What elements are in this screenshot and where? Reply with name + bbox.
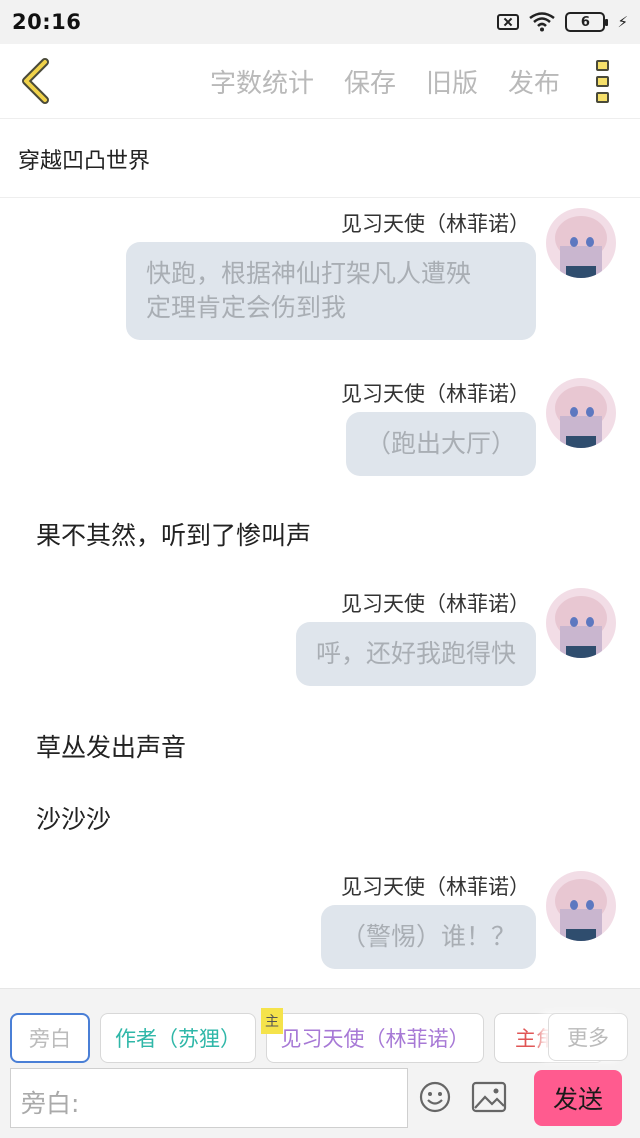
role-label: 旁白	[29, 1027, 71, 1051]
more-roles-button[interactable]: 更多	[548, 1013, 628, 1061]
more-dot-icon	[596, 75, 609, 87]
chevron-left-icon	[22, 58, 49, 104]
more-dot-icon	[596, 91, 609, 103]
input-placeholder: 旁白:	[21, 1089, 80, 1118]
avatar[interactable]	[546, 378, 616, 448]
avatar-image	[546, 378, 616, 448]
main-role-tag: 主	[261, 1008, 283, 1034]
role-tab-character[interactable]: 主 见习天使（林菲诺）	[261, 1008, 484, 1063]
more-menu-button[interactable]	[596, 59, 618, 103]
status-icons: 6 ⚡	[497, 12, 628, 32]
role-tab-author[interactable]: 作者（苏狸）	[100, 1013, 256, 1063]
message-bubble[interactable]: 呼，还好我跑得快	[295, 622, 536, 686]
app-root: 20:16 6 ⚡ 字数统计 保存 旧版 发布 穿越凹凸世界 见习天使（林菲诺）…	[0, 0, 640, 1138]
role-tab-narrator[interactable]: 旁白	[10, 1013, 90, 1063]
message-input[interactable]: 旁白:	[10, 1068, 408, 1128]
no-sim-icon	[497, 14, 520, 30]
speaker-name: 见习天使（林菲诺）	[341, 212, 530, 236]
battery-icon: 6	[565, 12, 609, 32]
message-line: （跑出大厅）	[365, 429, 516, 458]
chat-area[interactable]: 见习天使（林菲诺） 快跑，根据神仙打架凡人遭殃 定理肯定会伤到我 见习天使（林菲…	[0, 198, 640, 988]
role-selector: 旁白 作者（苏狸） 主 见习天使（林菲诺） 主角 更多	[0, 988, 640, 1068]
message-line: （警惕）谁！？	[340, 922, 516, 951]
role-label: 见习天使（林菲诺）	[280, 1027, 470, 1051]
battery-level: 6	[580, 14, 590, 30]
more-dot-icon	[596, 59, 609, 71]
input-bar: 旁白: 发送	[0, 1066, 640, 1138]
narration-text[interactable]: 果不其然，听到了惨叫声	[36, 516, 311, 552]
toolbar-actions: 字数统计 保存 旧版 发布	[210, 63, 560, 100]
back-button[interactable]	[0, 44, 70, 119]
message-bubble[interactable]: （警惕）谁！？	[320, 905, 536, 969]
message-bubble[interactable]: 快跑，根据神仙打架凡人遭殃 定理肯定会伤到我	[126, 242, 536, 340]
message-line: 快跑，根据神仙打架凡人遭殃	[146, 259, 472, 288]
charging-icon: ⚡	[617, 13, 628, 31]
message-bubble[interactable]: （跑出大厅）	[345, 412, 536, 476]
word-count-button[interactable]: 字数统计	[210, 63, 314, 100]
avatar-image	[546, 208, 616, 278]
image-icon[interactable]	[470, 1080, 508, 1114]
role-label: 作者（苏狸）	[115, 1027, 241, 1051]
speaker-name: 见习天使（林菲诺）	[341, 382, 530, 406]
save-button[interactable]: 保存	[344, 63, 396, 100]
avatar[interactable]	[546, 208, 616, 278]
status-time: 20:16	[12, 10, 82, 34]
avatar-image	[546, 871, 616, 941]
status-bar: 20:16 6 ⚡	[0, 0, 640, 44]
old-version-button[interactable]: 旧版	[426, 63, 478, 100]
speaker-name: 见习天使（林菲诺）	[341, 875, 530, 899]
avatar[interactable]	[546, 588, 616, 658]
editor-toolbar: 字数统计 保存 旧版 发布	[0, 44, 640, 119]
narration-text[interactable]: 沙沙沙	[36, 800, 111, 836]
publish-button[interactable]: 发布	[508, 63, 560, 100]
story-title[interactable]: 穿越凹凸世界	[0, 120, 640, 198]
message-line: 定理肯定会伤到我	[146, 293, 347, 322]
message-line: 呼，还好我跑得快	[315, 639, 516, 668]
narration-text[interactable]: 草丛发出声音	[36, 728, 186, 764]
send-button[interactable]: 发送	[534, 1070, 622, 1126]
avatar-image	[546, 588, 616, 658]
speaker-name: 见习天使（林菲诺）	[341, 592, 530, 616]
emoji-icon[interactable]	[418, 1080, 452, 1114]
wifi-icon	[529, 12, 556, 32]
avatar[interactable]	[546, 871, 616, 941]
